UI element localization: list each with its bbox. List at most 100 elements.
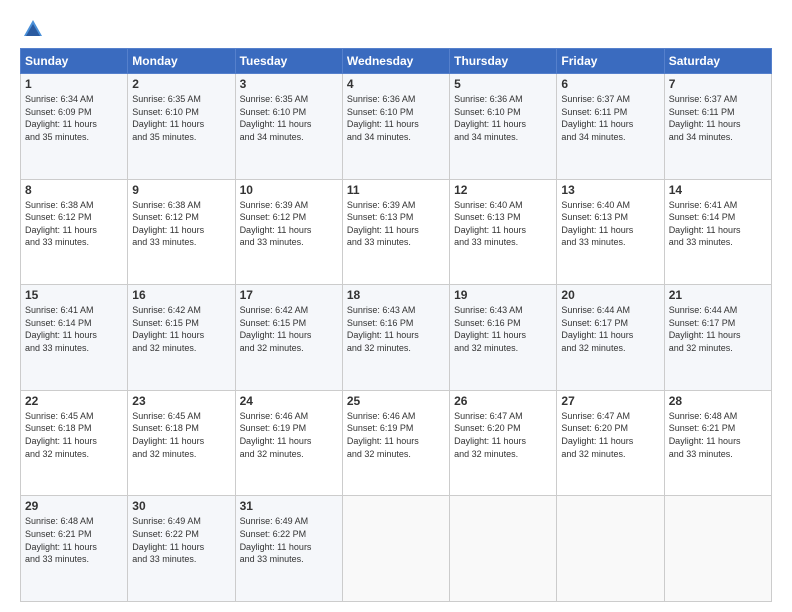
header xyxy=(20,18,772,40)
table-row: 15 Sunrise: 6:41 AM Sunset: 6:14 PM Dayli… xyxy=(21,285,128,391)
day-number: 15 xyxy=(25,288,123,302)
day-number: 10 xyxy=(240,183,338,197)
day-info: Sunrise: 6:39 AM Sunset: 6:12 PM Dayligh… xyxy=(240,199,338,249)
table-row: 27 Sunrise: 6:47 AM Sunset: 6:20 PM Dayli… xyxy=(557,390,664,496)
day-number: 8 xyxy=(25,183,123,197)
table-row: 31 Sunrise: 6:49 AM Sunset: 6:22 PM Dayli… xyxy=(235,496,342,602)
day-number: 26 xyxy=(454,394,552,408)
day-number: 24 xyxy=(240,394,338,408)
calendar-week-row: 8 Sunrise: 6:38 AM Sunset: 6:12 PM Daylig… xyxy=(21,179,772,285)
day-info: Sunrise: 6:45 AM Sunset: 6:18 PM Dayligh… xyxy=(132,410,230,460)
day-info: Sunrise: 6:49 AM Sunset: 6:22 PM Dayligh… xyxy=(240,515,338,565)
day-number: 3 xyxy=(240,77,338,91)
day-info: Sunrise: 6:44 AM Sunset: 6:17 PM Dayligh… xyxy=(561,304,659,354)
col-saturday: Saturday xyxy=(664,49,771,74)
table-row: 17 Sunrise: 6:42 AM Sunset: 6:15 PM Dayli… xyxy=(235,285,342,391)
table-row: 9 Sunrise: 6:38 AM Sunset: 6:12 PM Daylig… xyxy=(128,179,235,285)
day-number: 20 xyxy=(561,288,659,302)
table-row: 25 Sunrise: 6:46 AM Sunset: 6:19 PM Dayli… xyxy=(342,390,449,496)
table-row xyxy=(450,496,557,602)
table-row: 24 Sunrise: 6:46 AM Sunset: 6:19 PM Dayli… xyxy=(235,390,342,496)
day-info: Sunrise: 6:48 AM Sunset: 6:21 PM Dayligh… xyxy=(669,410,767,460)
logo xyxy=(20,18,44,40)
day-info: Sunrise: 6:41 AM Sunset: 6:14 PM Dayligh… xyxy=(25,304,123,354)
col-thursday: Thursday xyxy=(450,49,557,74)
calendar-week-row: 15 Sunrise: 6:41 AM Sunset: 6:14 PM Dayli… xyxy=(21,285,772,391)
col-wednesday: Wednesday xyxy=(342,49,449,74)
day-info: Sunrise: 6:34 AM Sunset: 6:09 PM Dayligh… xyxy=(25,93,123,143)
calendar-week-row: 1Sunrise: 6:34 AM Sunset: 6:09 PM Daylig… xyxy=(21,74,772,180)
day-info: Sunrise: 6:36 AM Sunset: 6:10 PM Dayligh… xyxy=(454,93,552,143)
day-info: Sunrise: 6:42 AM Sunset: 6:15 PM Dayligh… xyxy=(240,304,338,354)
day-info: Sunrise: 6:35 AM Sunset: 6:10 PM Dayligh… xyxy=(240,93,338,143)
table-row xyxy=(557,496,664,602)
table-row: 16 Sunrise: 6:42 AM Sunset: 6:15 PM Dayli… xyxy=(128,285,235,391)
table-row: 19 Sunrise: 6:43 AM Sunset: 6:16 PM Dayli… xyxy=(450,285,557,391)
table-row: 22Sunrise: 6:45 AM Sunset: 6:18 PM Dayli… xyxy=(21,390,128,496)
day-number: 29 xyxy=(25,499,123,513)
day-info: Sunrise: 6:35 AM Sunset: 6:10 PM Dayligh… xyxy=(132,93,230,143)
table-row: 7 Sunrise: 6:37 AM Sunset: 6:11 PM Daylig… xyxy=(664,74,771,180)
table-row xyxy=(342,496,449,602)
table-row: 12Sunrise: 6:40 AM Sunset: 6:13 PM Dayli… xyxy=(450,179,557,285)
day-number: 4 xyxy=(347,77,445,91)
table-row: 20 Sunrise: 6:44 AM Sunset: 6:17 PM Dayli… xyxy=(557,285,664,391)
day-info: Sunrise: 6:48 AM Sunset: 6:21 PM Dayligh… xyxy=(25,515,123,565)
table-row xyxy=(664,496,771,602)
day-number: 6 xyxy=(561,77,659,91)
day-info: Sunrise: 6:43 AM Sunset: 6:16 PM Dayligh… xyxy=(347,304,445,354)
day-info: Sunrise: 6:38 AM Sunset: 6:12 PM Dayligh… xyxy=(132,199,230,249)
day-info: Sunrise: 6:44 AM Sunset: 6:17 PM Dayligh… xyxy=(669,304,767,354)
day-info: Sunrise: 6:37 AM Sunset: 6:11 PM Dayligh… xyxy=(669,93,767,143)
table-row: 13Sunrise: 6:40 AM Sunset: 6:13 PM Dayli… xyxy=(557,179,664,285)
day-info: Sunrise: 6:47 AM Sunset: 6:20 PM Dayligh… xyxy=(454,410,552,460)
day-number: 5 xyxy=(454,77,552,91)
col-friday: Friday xyxy=(557,49,664,74)
day-number: 25 xyxy=(347,394,445,408)
col-sunday: Sunday xyxy=(21,49,128,74)
table-row: 26 Sunrise: 6:47 AM Sunset: 6:20 PM Dayli… xyxy=(450,390,557,496)
day-number: 17 xyxy=(240,288,338,302)
day-number: 16 xyxy=(132,288,230,302)
day-number: 2 xyxy=(132,77,230,91)
table-row: 11 Sunrise: 6:39 AM Sunset: 6:13 PM Dayli… xyxy=(342,179,449,285)
day-info: Sunrise: 6:39 AM Sunset: 6:13 PM Dayligh… xyxy=(347,199,445,249)
day-info: Sunrise: 6:38 AM Sunset: 6:12 PM Dayligh… xyxy=(25,199,123,249)
day-info: Sunrise: 6:42 AM Sunset: 6:15 PM Dayligh… xyxy=(132,304,230,354)
day-number: 11 xyxy=(347,183,445,197)
day-info: Sunrise: 6:45 AM Sunset: 6:18 PM Dayligh… xyxy=(25,410,123,460)
logo-icon xyxy=(22,18,44,40)
day-number: 7 xyxy=(669,77,767,91)
col-monday: Monday xyxy=(128,49,235,74)
day-number: 12 xyxy=(454,183,552,197)
day-number: 19 xyxy=(454,288,552,302)
day-info: Sunrise: 6:41 AM Sunset: 6:14 PM Dayligh… xyxy=(669,199,767,249)
page: Sunday Monday Tuesday Wednesday Thursday… xyxy=(0,0,792,612)
day-info: Sunrise: 6:46 AM Sunset: 6:19 PM Dayligh… xyxy=(240,410,338,460)
day-number: 9 xyxy=(132,183,230,197)
table-row: 29 Sunrise: 6:48 AM Sunset: 6:21 PM Dayli… xyxy=(21,496,128,602)
table-row: 1Sunrise: 6:34 AM Sunset: 6:09 PM Daylig… xyxy=(21,74,128,180)
day-number: 21 xyxy=(669,288,767,302)
table-row: 5 Sunrise: 6:36 AM Sunset: 6:10 PM Daylig… xyxy=(450,74,557,180)
day-info: Sunrise: 6:49 AM Sunset: 6:22 PM Dayligh… xyxy=(132,515,230,565)
calendar-week-row: 22Sunrise: 6:45 AM Sunset: 6:18 PM Dayli… xyxy=(21,390,772,496)
table-row: 6 Sunrise: 6:37 AM Sunset: 6:11 PM Daylig… xyxy=(557,74,664,180)
day-info: Sunrise: 6:47 AM Sunset: 6:20 PM Dayligh… xyxy=(561,410,659,460)
calendar-header-row: Sunday Monday Tuesday Wednesday Thursday… xyxy=(21,49,772,74)
day-info: Sunrise: 6:46 AM Sunset: 6:19 PM Dayligh… xyxy=(347,410,445,460)
day-info: Sunrise: 6:36 AM Sunset: 6:10 PM Dayligh… xyxy=(347,93,445,143)
day-number: 27 xyxy=(561,394,659,408)
day-number: 31 xyxy=(240,499,338,513)
day-info: Sunrise: 6:43 AM Sunset: 6:16 PM Dayligh… xyxy=(454,304,552,354)
table-row: 8 Sunrise: 6:38 AM Sunset: 6:12 PM Daylig… xyxy=(21,179,128,285)
table-row: 18 Sunrise: 6:43 AM Sunset: 6:16 PM Dayli… xyxy=(342,285,449,391)
table-row: 30Sunrise: 6:49 AM Sunset: 6:22 PM Dayli… xyxy=(128,496,235,602)
table-row: 2 Sunrise: 6:35 AM Sunset: 6:10 PM Daylig… xyxy=(128,74,235,180)
day-number: 14 xyxy=(669,183,767,197)
table-row: 3 Sunrise: 6:35 AM Sunset: 6:10 PM Daylig… xyxy=(235,74,342,180)
day-info: Sunrise: 6:37 AM Sunset: 6:11 PM Dayligh… xyxy=(561,93,659,143)
day-number: 18 xyxy=(347,288,445,302)
table-row: 28Sunrise: 6:48 AM Sunset: 6:21 PM Dayli… xyxy=(664,390,771,496)
calendar-week-row: 29 Sunrise: 6:48 AM Sunset: 6:21 PM Dayli… xyxy=(21,496,772,602)
